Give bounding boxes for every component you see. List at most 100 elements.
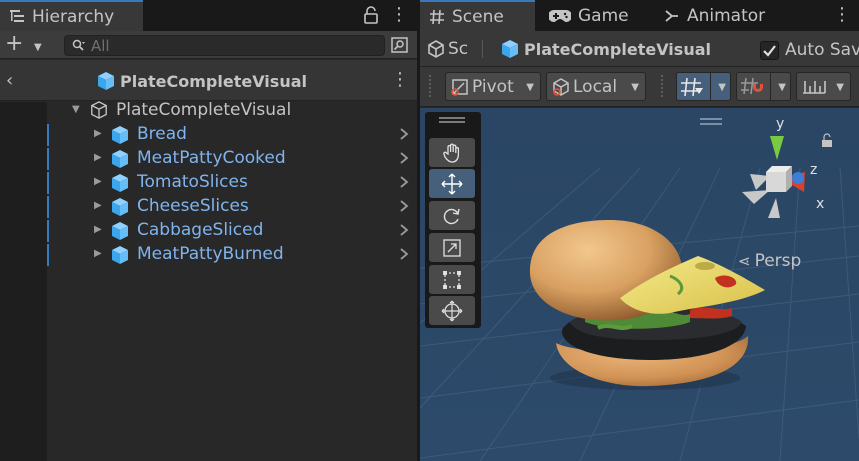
search-input[interactable] (91, 36, 371, 55)
chevron-right-icon[interactable] (398, 150, 410, 166)
tab-animator[interactable]: Animator (664, 0, 814, 31)
transform-tool-button[interactable] (429, 296, 475, 325)
rect-transform-icon (443, 270, 461, 289)
breadcrumb-scene-label: Sc (448, 39, 469, 59)
autosave-toggle[interactable]: Auto Sav (760, 39, 859, 61)
move-arrows-icon (441, 173, 463, 194)
scene-viewport[interactable]: y x z (420, 108, 859, 461)
tools-grip[interactable] (439, 117, 465, 123)
plus-icon: + (5, 31, 24, 56)
more-options-icon[interactable]: ⋮ (390, 4, 408, 26)
ruler-icon (803, 80, 826, 94)
breadcrumb-scene[interactable]: Sc (428, 38, 468, 60)
tab-game-label: Game (578, 5, 629, 26)
gamepad-icon (549, 9, 571, 22)
foldout-collapsed-icon[interactable]: ▶ (94, 128, 104, 140)
tab-hierarchy[interactable]: Hierarchy (0, 0, 143, 31)
move-tool-button[interactable] (429, 169, 475, 198)
tree-row-label: CabbageSliced (137, 220, 264, 240)
list-icon (10, 7, 24, 27)
scene-panel: Scene Game Animator ⋮ Sc PlateCompleteVi… (420, 0, 859, 461)
caret-down-icon: ▼ (778, 82, 786, 93)
scene-search-icon[interactable] (389, 35, 411, 55)
tab-game[interactable]: Game (547, 0, 652, 31)
animator-icon (665, 9, 678, 22)
persp-chevron-icon: ⋖ (738, 252, 751, 270)
hand-icon (443, 143, 460, 163)
prefab-header-label: PlateCompleteVisual (120, 71, 307, 91)
foldout-collapsed-icon[interactable]: ▶ (94, 152, 104, 164)
snap-settings-dropdown[interactable]: ▼ (796, 72, 851, 101)
tree-row-cheeseslices[interactable]: ▶ CheeseSlices (47, 194, 417, 218)
chevron-right-icon[interactable] (398, 246, 410, 262)
scene-tab-bar: Scene Game Animator ⋮ (420, 0, 859, 31)
checkmark-icon (763, 44, 776, 57)
prefab-override-bar (47, 172, 49, 194)
back-arrow-icon[interactable]: ‹ (6, 70, 20, 91)
prefab-override-bar (47, 148, 49, 170)
chevron-right-icon[interactable] (398, 222, 410, 238)
create-dropdown-button[interactable]: + ▼ (5, 31, 49, 56)
foldout-collapsed-icon[interactable]: ▶ (94, 200, 104, 212)
local-label: Local (573, 76, 618, 97)
rect-tool-button[interactable] (429, 265, 475, 294)
foldout-expanded-icon[interactable]: ▼ (72, 104, 82, 116)
foldout-collapsed-icon[interactable]: ▶ (94, 224, 104, 236)
caret-down-icon: ▼ (34, 42, 42, 53)
grid-snap-toggle[interactable]: ▼ (676, 72, 731, 101)
pivot-label: Pivot (472, 76, 514, 97)
gizmo-y-label: y (776, 116, 784, 132)
persp-label: Persp (754, 251, 802, 271)
tree-row-bread[interactable]: ▶ Bread (47, 122, 417, 146)
scale-icon (443, 238, 461, 257)
gameobject-icon (91, 101, 107, 119)
autosave-checkbox[interactable] (760, 40, 779, 60)
toolbar-grip[interactable] (429, 75, 431, 97)
tab-hierarchy-label: Hierarchy (32, 6, 115, 27)
tab-scene[interactable]: Scene (420, 0, 535, 31)
toolbar-grip[interactable] (661, 75, 663, 97)
tab-scene-label: Scene (452, 6, 504, 27)
prefab-cube-icon (112, 126, 128, 144)
persp-toggle[interactable]: ⋖ Persp (738, 250, 801, 272)
scale-tool-button[interactable] (429, 233, 475, 262)
prefab-cube-icon (502, 40, 518, 58)
search-icon (72, 39, 86, 53)
pivot-icon (451, 78, 468, 96)
prefab-cube-icon (112, 198, 128, 216)
caret-down-icon: ▼ (718, 82, 726, 93)
prefab-cube-icon (112, 246, 128, 264)
pivot-dropdown[interactable]: Pivot ▼ (445, 72, 541, 101)
local-dropdown[interactable]: Local ▼ (546, 72, 646, 101)
breadcrumb-prefab[interactable]: PlateCompleteVisual (500, 37, 711, 61)
lock-icon[interactable] (364, 6, 378, 24)
tools-overlay (425, 112, 481, 328)
tree-row-root-label: PlateCompleteVisual (116, 100, 292, 120)
foldout-collapsed-icon[interactable]: ▶ (94, 248, 104, 260)
foldout-collapsed-icon[interactable]: ▶ (94, 176, 104, 188)
chevron-right-icon[interactable] (398, 174, 410, 190)
rotate-tool-button[interactable] (429, 201, 475, 230)
chevron-right-icon[interactable] (398, 126, 410, 142)
tree-row-meatpattyburned[interactable]: ▶ MeatPattyBurned (47, 242, 417, 266)
tree-row-cabbagesliced[interactable]: ▶ CabbageSliced (47, 218, 417, 242)
hierarchy-panel: Hierarchy ⋮ + ▼ ‹ PlateCompleteVisual ⋮ (0, 0, 417, 461)
tree-row-tomatoslices[interactable]: ▶ TomatoSlices (47, 170, 417, 194)
tree-row-root[interactable]: ▼ PlateCompleteVisual (47, 98, 417, 122)
prefab-cube-icon (112, 222, 128, 240)
magnet-snap-icon (741, 77, 763, 94)
caret-down-icon: ▼ (836, 82, 844, 93)
increment-snap-toggle[interactable]: ▼ (736, 72, 791, 101)
tree-row-meatpattycooked[interactable]: ▶ MeatPattyCooked (47, 146, 417, 170)
scene-more-options-icon[interactable]: ⋮ (833, 4, 851, 26)
hash-icon (430, 9, 444, 24)
hand-tool-button[interactable] (429, 138, 475, 167)
tree-row-label: Bread (137, 124, 187, 144)
caret-down-icon: ▼ (526, 82, 534, 93)
prefab-override-bar (47, 124, 49, 146)
hierarchy-search[interactable] (64, 35, 385, 56)
chevron-right-icon[interactable] (398, 198, 410, 214)
tree-row-label: CheeseSlices (137, 196, 249, 216)
rotate-icon (443, 208, 460, 224)
header-more-options-icon[interactable]: ⋮ (391, 69, 409, 91)
